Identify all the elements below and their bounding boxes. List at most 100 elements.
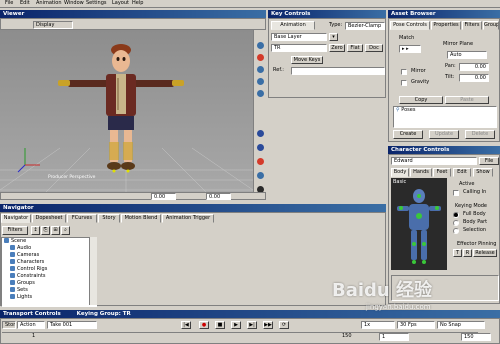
tree-item-groups[interactable]: Groups	[10, 280, 35, 287]
tree-item-audio[interactable]: Audio	[10, 245, 31, 252]
stop-button[interactable]: ■	[215, 321, 225, 329]
release-button[interactable]: Release	[473, 249, 497, 257]
file-button[interactable]: File	[479, 157, 499, 165]
tool-icon-3[interactable]	[257, 66, 264, 73]
menu-window[interactable]: Window	[64, 0, 84, 7]
tool-icon-7[interactable]	[257, 144, 264, 151]
tab-motion-blend[interactable]: Motion Blend	[121, 214, 161, 223]
nav-tool-1[interactable]: ↕	[31, 226, 40, 235]
tab-story[interactable]: Story	[98, 214, 120, 223]
tool-icon-8[interactable]	[257, 158, 264, 165]
snap-dropdown[interactable]: No Snap	[437, 321, 485, 329]
t-button[interactable]: T	[453, 249, 462, 257]
tab-feet[interactable]: Feet	[433, 168, 451, 177]
move-keys-button[interactable]: Move Keys	[291, 56, 323, 64]
gravity-checkbox[interactable]	[401, 80, 407, 86]
mirror-checkbox[interactable]	[401, 69, 407, 75]
tool-icon-4[interactable]	[257, 78, 264, 85]
active-checkbox[interactable]	[453, 190, 459, 196]
poses-list[interactable]: ⚲ Poses	[393, 106, 497, 128]
tool-icon-1[interactable]	[257, 42, 264, 49]
tab-animation-trigger[interactable]: Animation Trigger	[162, 214, 214, 223]
tool-icon-2[interactable]	[257, 54, 264, 61]
viewport[interactable]: Producer Perspective	[0, 30, 253, 198]
flat-button[interactable]: Flat	[347, 44, 363, 52]
filters-button[interactable]: Filters	[2, 226, 28, 235]
tool-icon-5[interactable]	[257, 90, 264, 97]
tab-animation[interactable]: Animation	[271, 21, 315, 30]
paste-button[interactable]: Paste	[445, 96, 489, 104]
menu-layout[interactable]: Layout	[112, 0, 129, 7]
pan-field[interactable]: 0.00	[459, 63, 489, 71]
loop-button[interactable]: ⟳	[279, 321, 289, 329]
match-label: Match	[399, 35, 415, 41]
tab-hands[interactable]: Hands	[410, 168, 432, 177]
menu-animation[interactable]: Animation	[36, 0, 62, 7]
story-dropdown[interactable]: Story	[2, 321, 16, 329]
speed-dropdown[interactable]: 1x	[361, 321, 395, 329]
tree-item-cameras[interactable]: Cameras	[10, 252, 39, 259]
take-dropdown[interactable]: Take 001	[47, 321, 97, 329]
tab-navigator[interactable]: Navigator	[1, 214, 31, 223]
tab-filters[interactable]: Filters	[462, 21, 482, 30]
navigator-scrollbar[interactable]	[89, 237, 97, 305]
menu-edit[interactable]: Edit	[20, 0, 30, 7]
frame-start: 1	[32, 333, 36, 339]
nav-tool-2[interactable]: ⎘	[41, 226, 50, 235]
viewer-counter-right[interactable]: 0.00	[206, 193, 231, 200]
record-button[interactable]: ●	[199, 321, 209, 329]
go-end-button[interactable]: ▶▶	[263, 321, 273, 329]
doc-button[interactable]: Doc	[365, 44, 383, 52]
tool-icon-6[interactable]	[257, 130, 264, 137]
ref-field[interactable]	[291, 67, 385, 75]
tree-item-characters[interactable]: Characters	[10, 259, 44, 266]
body-part-radio[interactable]	[453, 220, 459, 226]
tree-item-scene[interactable]: Scene	[4, 238, 26, 245]
mirror-plane-dropdown[interactable]: Auto	[447, 51, 487, 59]
menu-settings[interactable]: Settings	[86, 0, 107, 7]
viewer-display-dropdown[interactable]: Display	[33, 21, 73, 29]
frame-end-field[interactable]: 150	[461, 333, 491, 341]
viewer-counter-left[interactable]: 0.00	[151, 193, 176, 200]
fps-dropdown[interactable]: 30 Fps	[397, 321, 435, 329]
body-map[interactable]: Basic	[391, 178, 447, 270]
action-dropdown[interactable]: Action	[17, 321, 45, 329]
tab-properties[interactable]: Properties	[431, 21, 461, 30]
tree-item-sets[interactable]: Sets	[10, 287, 28, 294]
trs-dropdown[interactable]: TR	[271, 44, 327, 52]
tree-item-control-rigs[interactable]: Control Rigs	[10, 266, 47, 273]
update-button[interactable]: Update	[429, 130, 459, 139]
nav-tool-4[interactable]: ⌕	[61, 226, 70, 235]
menu-file[interactable]: File	[5, 0, 13, 7]
go-start-button[interactable]: |◀	[181, 321, 191, 329]
tilt-field[interactable]: 0.00	[459, 74, 489, 82]
step-forward-button[interactable]: ▶|	[247, 321, 257, 329]
frame-field[interactable]: 1	[379, 333, 409, 341]
menu-help[interactable]: Help	[132, 0, 143, 7]
tab-edit[interactable]: Edit	[453, 168, 471, 177]
nav-tool-3[interactable]: ⊞	[51, 226, 60, 235]
tab-pose-controls[interactable]: Pose Controls	[390, 21, 430, 30]
tool-icon-9[interactable]	[257, 172, 264, 179]
play-button[interactable]: ▶	[231, 321, 241, 329]
delete-button[interactable]: Delete	[465, 130, 495, 139]
tree-item-constraints[interactable]: Constraints	[10, 273, 46, 280]
scene-tree[interactable]: Scene Audio Cameras Characters Control R…	[1, 237, 97, 307]
selection-radio[interactable]	[453, 228, 459, 234]
full-body-radio[interactable]	[453, 212, 459, 218]
tab-show[interactable]: Show	[473, 168, 493, 177]
r-button[interactable]: R	[463, 249, 472, 257]
layer-dropdown[interactable]: Base Layer	[271, 33, 327, 41]
create-button[interactable]: Create	[393, 130, 423, 139]
character-dropdown[interactable]: Edward	[391, 157, 477, 165]
tab-fcurves[interactable]: FCurves	[67, 214, 97, 223]
copy-button[interactable]: Copy	[399, 96, 443, 104]
tab-dopesheet[interactable]: Dopesheet	[32, 214, 66, 223]
zero-button[interactable]: Zero	[329, 44, 345, 52]
match-field[interactable]: ▸ ▸	[399, 45, 421, 53]
tab-groups[interactable]: Groups	[483, 21, 499, 30]
type-dropdown[interactable]: Bezier-Clamp	[345, 22, 385, 30]
tree-item-lights[interactable]: Lights	[10, 294, 32, 301]
layer-btn[interactable]: ▾	[329, 33, 338, 41]
tab-body[interactable]: Body	[391, 168, 409, 177]
